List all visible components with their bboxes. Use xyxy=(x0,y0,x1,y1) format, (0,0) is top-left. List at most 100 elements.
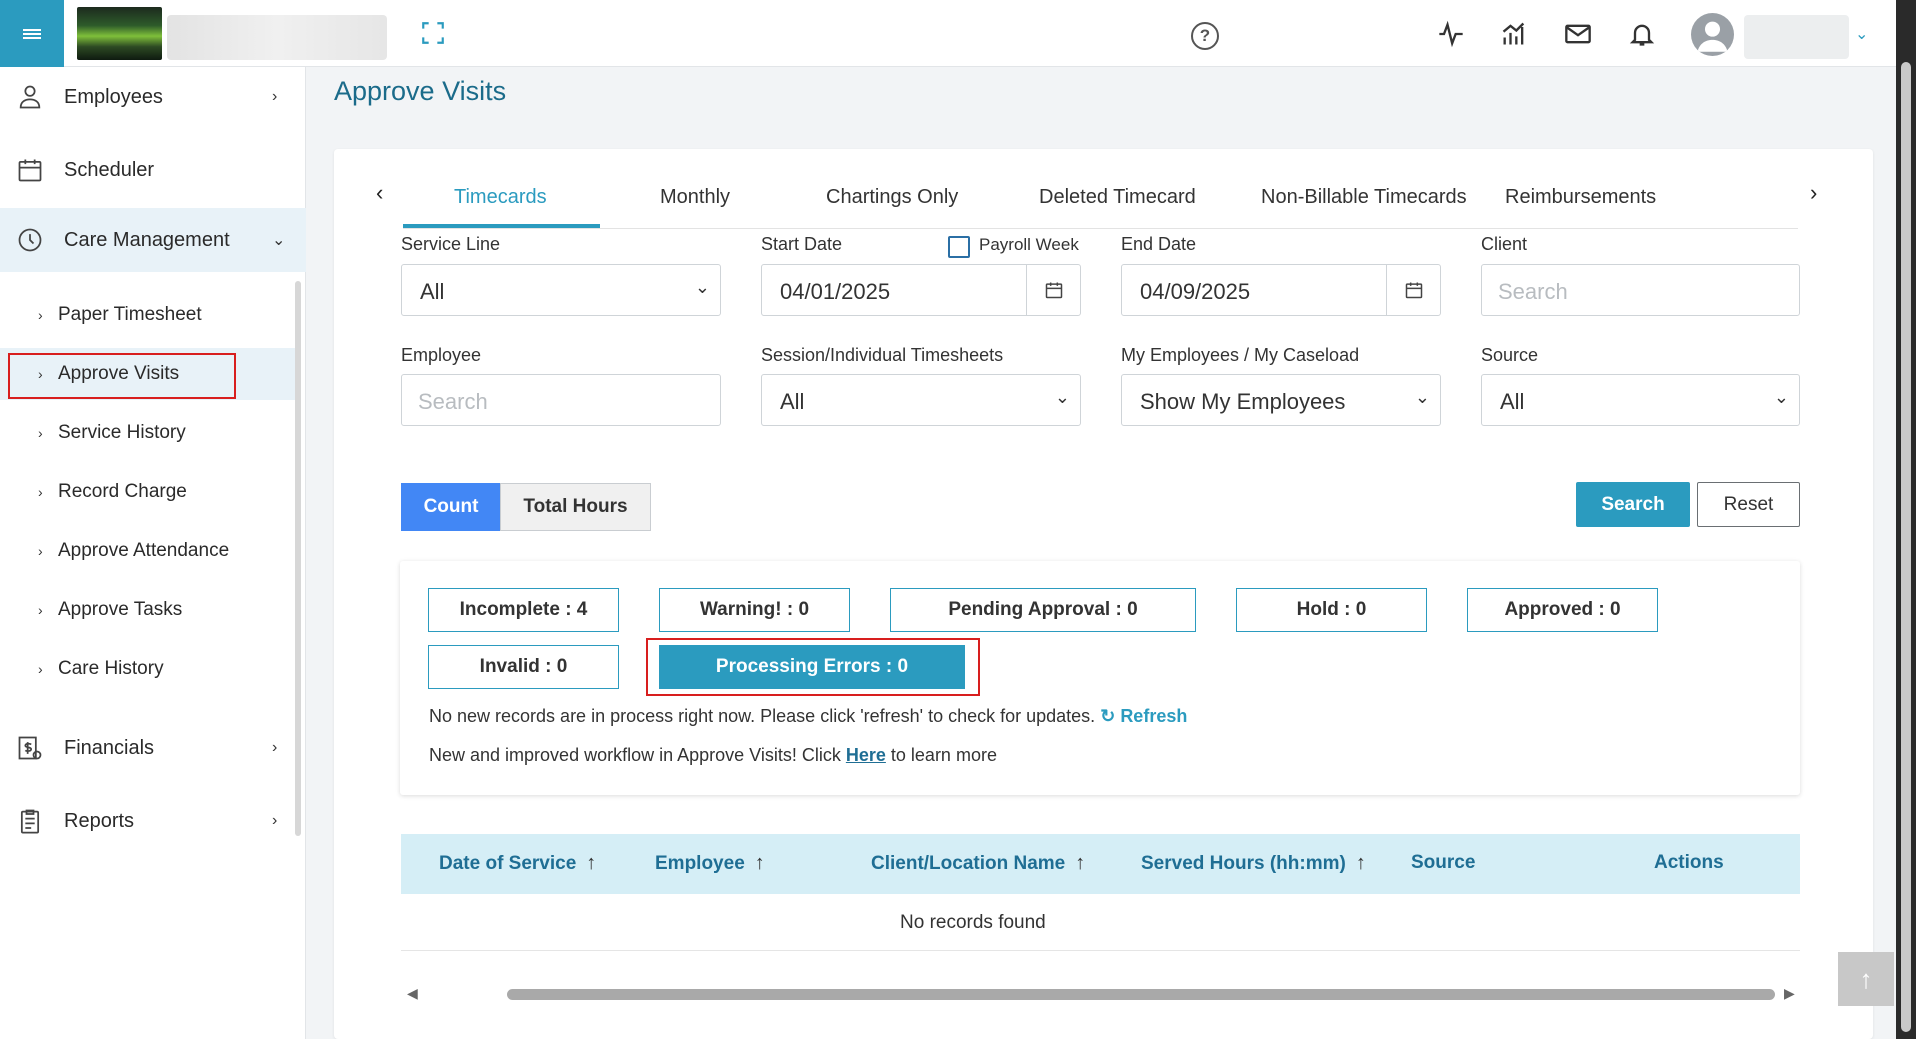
warning-chip[interactable]: Warning! : 0 xyxy=(659,588,850,632)
start-date-input[interactable]: 04/01/2025 xyxy=(761,264,1081,316)
sidebar-subitem-service-history[interactable]: › Service History xyxy=(0,407,296,459)
client-search-input[interactable]: Search xyxy=(1481,264,1800,316)
tab-reimbursements[interactable]: Reimbursements xyxy=(1505,186,1656,209)
calendar-icon[interactable] xyxy=(1386,265,1440,315)
tabs-divider xyxy=(403,228,1798,229)
mail-icon[interactable] xyxy=(1564,20,1592,48)
source-value: All xyxy=(1500,389,1525,414)
scroll-to-top-button[interactable]: ↑ xyxy=(1838,952,1894,1006)
sidebar-subitem-approve-attendance[interactable]: › Approve Attendance xyxy=(0,525,296,577)
empty-state-text: No records found xyxy=(900,912,1046,933)
payroll-week-label: Payroll Week xyxy=(979,235,1079,254)
search-button[interactable]: Search xyxy=(1576,482,1690,527)
chevron-right-icon: › xyxy=(272,88,278,105)
sidebar-subitem-approve-tasks[interactable]: › Approve Tasks xyxy=(0,584,296,636)
calendar-icon xyxy=(18,159,42,182)
employee-search-input[interactable]: Search xyxy=(401,374,721,426)
sidebar-subitem-label: Paper Timesheet xyxy=(58,304,202,325)
activity-icon[interactable] xyxy=(1437,20,1465,48)
window-scrollbar[interactable] xyxy=(1896,0,1916,1039)
sort-arrow-up-icon[interactable]: ↑ xyxy=(586,852,596,875)
start-date-value: 04/01/2025 xyxy=(780,279,891,304)
bell-icon[interactable] xyxy=(1628,20,1656,48)
tab-chartings-only[interactable]: Chartings Only xyxy=(826,186,958,209)
tabs-prev-arrow[interactable]: ‹ xyxy=(376,180,383,206)
reset-button[interactable]: Reset xyxy=(1697,482,1800,527)
employee-placeholder: Search xyxy=(418,389,488,414)
tab-timecards[interactable]: Timecards xyxy=(454,186,547,209)
caseload-label: My Employees / My Caseload xyxy=(1121,345,1360,365)
column-label: Client/Location Name xyxy=(871,852,1066,874)
service-line-select[interactable]: All ⌄ xyxy=(401,264,721,316)
caseload-select[interactable]: Show My Employees ⌄ xyxy=(1121,374,1441,426)
chevron-right-icon: › xyxy=(38,307,43,323)
session-select[interactable]: All ⌄ xyxy=(761,374,1081,426)
help-icon[interactable]: ? xyxy=(1191,22,1219,50)
calendar-icon[interactable] xyxy=(1026,265,1080,315)
scroll-right-arrow-icon[interactable]: ▶ xyxy=(1784,985,1795,1002)
sidebar-subitem-label: Record Charge xyxy=(58,481,187,502)
sidebar-subitem-care-history[interactable]: › Care History xyxy=(0,643,296,695)
sort-arrow-up-icon[interactable]: ↑ xyxy=(755,852,765,875)
sort-arrow-up-icon[interactable]: ↑ xyxy=(1356,852,1366,875)
hold-chip[interactable]: Hold : 0 xyxy=(1236,588,1427,632)
column-served-hours[interactable]: Served Hours (hh:mm) ↑ xyxy=(1141,852,1366,875)
client-label: Client xyxy=(1481,234,1528,254)
sidebar-subitem-record-charge[interactable]: › Record Charge xyxy=(0,466,296,518)
payroll-week-checkbox[interactable] xyxy=(948,236,970,258)
tab-monthly[interactable]: Monthly xyxy=(660,186,730,209)
table-horizontal-scrollbar[interactable]: ◀ ▶ xyxy=(401,985,1800,1003)
end-date-value: 04/09/2025 xyxy=(1140,279,1251,304)
column-client-location[interactable]: Client/Location Name ↑ xyxy=(871,852,1085,875)
arrow-up-icon: ↑ xyxy=(1859,963,1873,994)
user-avatar-icon[interactable] xyxy=(1691,13,1734,56)
service-line-label: Service Line xyxy=(401,234,501,254)
sidebar-item-reports[interactable]: Reports › xyxy=(0,791,306,851)
sidebar-item-scheduler[interactable]: Scheduler xyxy=(0,140,306,200)
refresh-link[interactable]: ↻ Refresh xyxy=(1100,706,1187,726)
sidebar-item-care-management[interactable]: Care Management ⌄ xyxy=(0,208,306,272)
column-date-of-service[interactable]: Date of Service ↑ xyxy=(439,852,596,875)
session-label: Session/Individual Timesheets xyxy=(761,345,1004,365)
end-date-input[interactable]: 04/09/2025 xyxy=(1121,264,1441,316)
total-hours-toggle[interactable]: Total Hours xyxy=(500,483,651,531)
chevron-down-icon: ⌄ xyxy=(1054,387,1070,407)
refresh-icon: ↻ xyxy=(1100,706,1116,726)
expand-icon[interactable] xyxy=(420,20,446,46)
scroll-left-arrow-icon[interactable]: ◀ xyxy=(407,985,418,1002)
column-label: Date of Service xyxy=(439,852,577,874)
analytics-icon[interactable] xyxy=(1500,20,1528,48)
sidebar-item-label: Reports xyxy=(64,809,135,832)
chevron-right-icon: › xyxy=(38,425,43,441)
scrollbar-thumb[interactable] xyxy=(507,989,1775,1000)
tab-non-billable-timecards[interactable]: Non-Billable Timecards xyxy=(1261,186,1467,209)
incomplete-chip[interactable]: Incomplete : 4 xyxy=(428,588,619,632)
sidebar-item-employees[interactable]: Employees › xyxy=(0,67,306,127)
user-name[interactable] xyxy=(1744,15,1849,59)
sidebar-subitem-label: Care History xyxy=(58,658,164,679)
column-employee[interactable]: Employee ↑ xyxy=(655,852,765,875)
chevron-right-icon: › xyxy=(272,812,278,829)
top-bar: ? ⌄ xyxy=(0,0,1896,68)
chevron-down-icon: ⌄ xyxy=(272,232,286,249)
help-glyph: ? xyxy=(1199,26,1211,45)
sidebar-subitem-paper-timesheet[interactable]: › Paper Timesheet xyxy=(0,289,296,341)
chevron-down-icon[interactable]: ⌄ xyxy=(1855,24,1868,44)
menu-icon[interactable] xyxy=(0,0,64,68)
employees-icon xyxy=(19,85,41,109)
tab-deleted-timecard[interactable]: Deleted Timecard xyxy=(1039,186,1196,209)
count-toggle[interactable]: Count xyxy=(401,483,501,531)
column-actions: Actions xyxy=(1654,852,1724,874)
pending-approval-chip[interactable]: Pending Approval : 0 xyxy=(890,588,1196,632)
approved-chip[interactable]: Approved : 0 xyxy=(1467,588,1658,632)
column-label: Source xyxy=(1411,852,1476,873)
invalid-chip[interactable]: Invalid : 0 xyxy=(428,645,619,689)
sidebar-scrollbar[interactable] xyxy=(295,281,301,836)
sidebar-item-financials[interactable]: Financials › xyxy=(0,718,306,778)
sort-arrow-up-icon[interactable]: ↑ xyxy=(1075,852,1085,875)
source-select[interactable]: All ⌄ xyxy=(1481,374,1800,426)
tabs-next-arrow[interactable]: › xyxy=(1810,180,1817,206)
column-label: Served Hours (hh:mm) xyxy=(1141,852,1346,874)
here-link[interactable]: Here xyxy=(846,745,886,765)
window-scrollbar-thumb[interactable] xyxy=(1901,62,1911,1032)
